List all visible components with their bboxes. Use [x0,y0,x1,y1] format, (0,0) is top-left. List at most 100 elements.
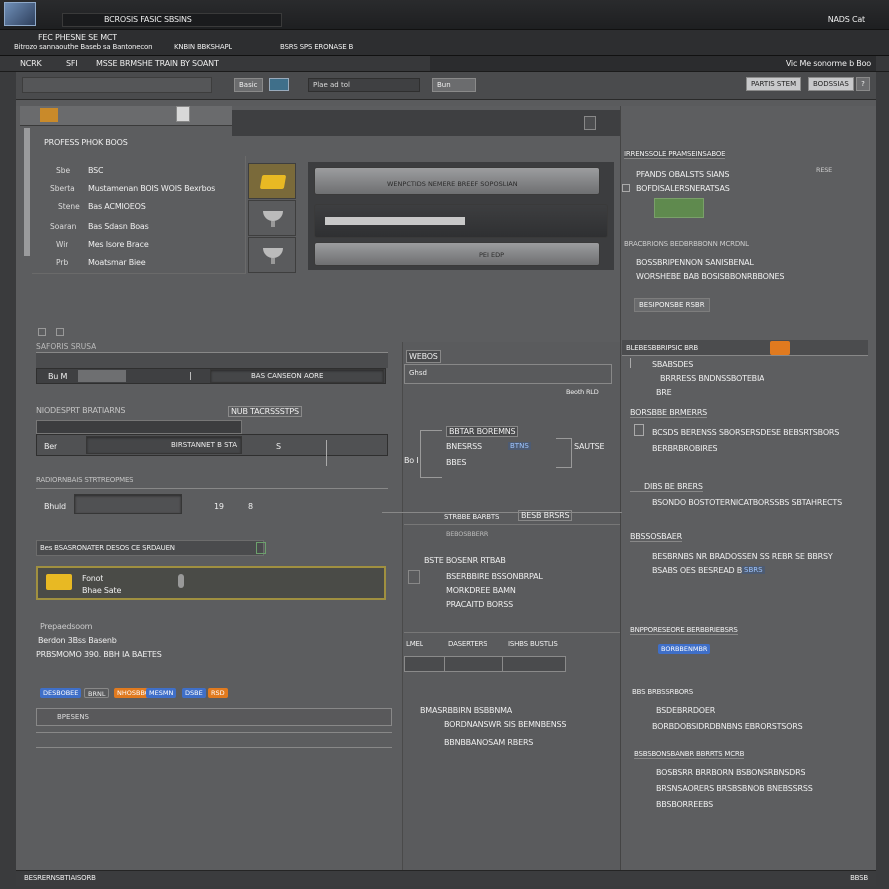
status-left: BESRERNSBTIAISORB [24,874,96,882]
bodssias-button[interactable]: BODSSIAS [808,77,854,91]
tree-node[interactable]: BBES [446,458,466,467]
mid-input[interactable]: Ghsd [404,364,612,384]
mid-block-line[interactable]: BSERBBIRE BSSONBRPAL [446,572,543,581]
mid-list-item[interactable]: BBNBBANOSAM RBERS [444,738,533,747]
right-highlight[interactable]: SBRS [742,566,765,574]
number-value: 19 [214,502,224,511]
field-spinner[interactable] [326,440,334,466]
number-value: 8 [248,502,253,511]
nav-bar: Basic Plae ad tol Bun PARTIS STEM BODSSI… [16,72,876,100]
tag-chip[interactable]: DSBE [182,688,206,698]
tag-chip[interactable]: RSD [208,688,228,698]
menu-item-2[interactable]: KNBIN BBKSHAPL [174,43,232,51]
left-scrollbar[interactable] [24,128,30,256]
progress-bar[interactable]: PEI EDP [314,242,600,266]
mid-list-item[interactable]: BMASRBBIRN BSBBNMA [420,706,512,715]
right-line: BRSNSAORERS BRSBSBNOB BNEBSSRSS [656,784,813,793]
tree-footer-line [382,512,622,513]
progress-bar-label: WENPCTIDS NEMERE BREEF SOPOSLIAN [387,180,518,188]
mid-header: WEBOS [406,350,441,363]
right-section-title: BRACBRIONS BEDBRBBONN MCRDNL [624,240,749,248]
checkbox-icon[interactable] [634,424,644,436]
tree-footer-label[interactable]: STRBBE BARBTS [444,513,499,521]
profile-row-value: BSC [88,166,104,175]
checkbox-icon[interactable] [256,542,266,554]
collapse-icon[interactable] [38,328,46,336]
window-title: BCROSIS FASIC SBSINS [104,15,192,24]
tab[interactable]: ISHBS [508,640,528,648]
mid-block-line[interactable]: PRACAITD BORSS [446,600,513,609]
mic-icon[interactable] [178,574,184,588]
tree-node[interactable]: SAUTSE [574,442,604,451]
alert-icon[interactable] [770,341,790,355]
help-button[interactable]: ? [856,77,870,91]
tab[interactable]: DASERTERS [448,640,487,648]
mid-block-line[interactable]: MORKDREE BAMN [446,586,516,595]
toolbar-item-sfi[interactable]: SFI [66,59,77,68]
mid-block-icon[interactable] [408,570,420,584]
tab[interactable]: LMEL [406,640,423,648]
notes-line: Berdon 3Bss Basenb [38,636,117,645]
progress-bar[interactable] [314,204,608,238]
tag-chip[interactable]: BRNL [84,688,110,698]
field-value-input[interactable]: BAS CANSEON AORE [210,369,384,383]
profile-row-value: Bas ACMIOEOS [88,202,146,211]
progress-bar-label: PEI EDP [479,251,505,259]
status-green-block[interactable] [654,198,704,218]
menu-top-label[interactable]: FEC PHESNE SE MCT [38,33,117,42]
parts-stem-button[interactable]: PARTIS STEM [746,77,802,91]
right-line: PFANDS OBALSTS SIANS [636,170,730,179]
footer-input[interactable]: BPESENS [36,708,392,726]
select-label: Bes BSASRONATER DESOS CE SRDAUEN [40,544,175,552]
nav-go-button[interactable]: Bun [432,78,476,92]
tree-node[interactable]: BBTAR BOREMNS [446,426,519,437]
tab[interactable]: BUSTLIS [530,640,558,648]
toolbar-right-label[interactable]: Vic Me sonorme b Boo [786,59,871,68]
footer-divider [36,732,392,748]
profile-row-label: Sberta [50,184,75,193]
page-icon[interactable] [584,116,596,130]
checkbox-icon[interactable] [622,184,630,192]
right-line: BORBDOBSIDRDBNBNS EBRORSTSORS [652,722,803,731]
item-subtitle: Bhae Sate [82,586,122,595]
nav-search-input[interactable]: Plae ad tol [308,78,420,92]
window-title-right: NADS Cat [827,15,865,24]
profile-tab-active[interactable] [40,108,58,122]
tree-connector [420,430,442,478]
section-divider [36,352,388,368]
profile-row-label: Sbe [56,166,71,175]
right-action-button[interactable]: BESIPONSBE RSBR [634,298,710,312]
menu-item-3[interactable]: BSRS SPS ERONASE B [280,43,353,51]
right-line: BRE [656,388,672,397]
right-line: BBSBORREEBS [656,800,714,809]
document-icon[interactable] [176,106,190,122]
mid-list-item[interactable]: BORDNANSWR SIS BEMNBENSS [444,720,566,729]
right-section-title: BBSSOSBAER [630,532,682,542]
field-value-input[interactable]: BIRSTANNET B STA [86,436,242,454]
field-caret [190,372,196,380]
basic-button[interactable]: Basic [234,78,263,92]
folder-icon[interactable] [248,163,296,199]
nav-toggle[interactable] [269,78,289,91]
expand-icon[interactable] [56,328,64,336]
number-input[interactable] [74,494,182,514]
right-line: BSONDO BOSTOTERNICATBORSSBS SBTAHRECTS [652,498,842,507]
bowl-icon[interactable] [248,237,296,273]
progress-bar[interactable]: WENPCTIDS NEMERE BREEF SOPOSLIAN [314,167,600,195]
menu-item-1[interactable]: Bitrozo sannaouthe Baseb sa Bantonecon [14,43,152,51]
status-bar: BESRERNSBTIAISORB BBSB [16,870,876,886]
right-section-title: DIBS BE BRERS [630,482,703,492]
tree-node-selected[interactable]: BTNS [508,442,531,450]
tag-chip[interactable]: MESMN [146,688,177,698]
toolbar: NCRK SFI MSSE BRMSHE TRAIN BY SOANT Vic … [0,56,889,72]
blue-tag[interactable]: BORBBENMBR [658,644,711,654]
toolbar-item-train[interactable]: MSSE BRMSHE TRAIN BY SOANT [96,59,219,68]
bowl-icon[interactable] [248,200,296,236]
tag-chip[interactable]: DESBOBEE [40,688,82,698]
tree-node[interactable]: BNESRSS [446,442,482,451]
field-box[interactable] [78,370,126,382]
toolbar-left-label[interactable]: NCRK [20,59,42,68]
mid-block-line[interactable]: BSTE BOSENR RTBAB [424,556,506,565]
mid-block-head: BEBOSBBERR [446,530,489,538]
tree-footer-label[interactable]: BESB BRSRS [518,510,573,521]
